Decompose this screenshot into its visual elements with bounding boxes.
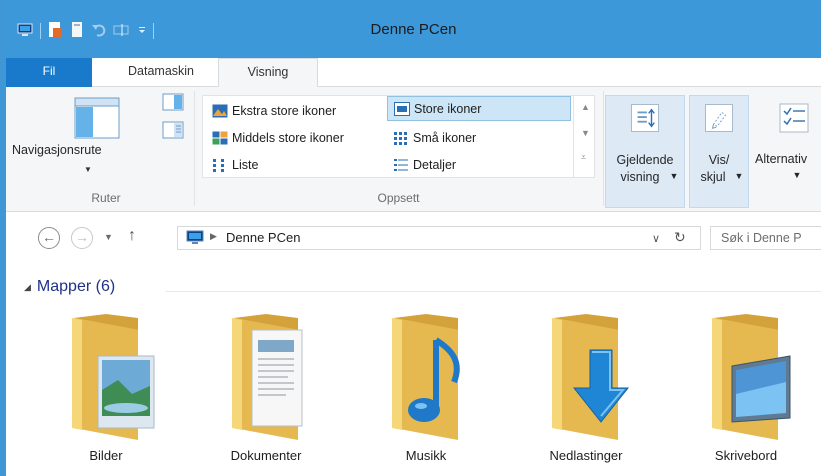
window-title: Denne PCen xyxy=(370,21,457,38)
current-view-line2: visning xyxy=(620,170,660,184)
up-arrow-icon[interactable]: ↑ xyxy=(128,227,136,245)
gallery-scrollbar[interactable]: ▲ ▼ ⩡ xyxy=(573,96,595,177)
folder-label: Musikk xyxy=(405,448,447,463)
navigation-pane-icon xyxy=(74,97,120,139)
show-hide-line1: Vis/ xyxy=(708,153,730,167)
layout-label: Små ikoner xyxy=(413,130,477,145)
section-title: Mapper (6) xyxy=(36,278,116,295)
layout-label: Middels store ikoner xyxy=(232,130,344,145)
tab-file[interactable]: Fil xyxy=(6,58,92,87)
details-pane-icon[interactable] xyxy=(162,121,184,139)
show-hide-icon xyxy=(705,104,733,132)
tab-visning[interactable]: Visning xyxy=(218,58,318,88)
options-label: Alternativ xyxy=(755,152,808,166)
folder-label: Bilder xyxy=(89,448,123,463)
medium-icons-icon xyxy=(212,131,228,144)
scroll-up-icon[interactable]: ▲ xyxy=(581,102,590,112)
group-label-oppsett: Oppsett xyxy=(377,191,420,205)
pictures-folder-icon xyxy=(72,314,155,440)
collapse-triangle-icon[interactable]: ◢ xyxy=(24,282,31,293)
address-bar[interactable]: ▶ Denne PCen ∨ ↻ xyxy=(177,226,701,250)
ribbon-tabs: Fil Datamaskin Visning xyxy=(6,58,821,88)
group-divider xyxy=(603,91,604,206)
chevron-down-icon: ▼ xyxy=(84,165,92,174)
show-hide-line2: skjul xyxy=(700,170,726,184)
title-bar: Denne PCen xyxy=(6,1,821,58)
show-hide-button[interactable]: Vis/ skjul ▼ xyxy=(689,95,749,208)
breadcrumb-location[interactable]: Denne PCen xyxy=(226,230,300,245)
folder-label: Dokumenter xyxy=(230,448,302,463)
folder-item[interactable]: Dokumenter xyxy=(216,310,316,470)
downloads-folder-icon xyxy=(552,314,630,440)
gallery-expand-icon[interactable]: ⩡ xyxy=(581,152,586,163)
arrow-right-icon: → xyxy=(75,229,89,245)
music-folder-icon xyxy=(392,314,460,440)
layout-gallery: Ekstra store ikoner Store ikoner Middels… xyxy=(202,95,595,178)
desktop-folder-icon xyxy=(712,314,791,440)
layout-list[interactable]: Liste xyxy=(206,152,386,177)
current-view-button[interactable]: Gjeldende visning ▼ xyxy=(605,95,685,208)
layout-medium-icons[interactable]: Middels store ikoner xyxy=(206,125,386,150)
address-dropdown-icon[interactable]: ∨ xyxy=(652,232,660,245)
navigation-pane-label: Navigasjonsrute xyxy=(12,143,102,157)
extra-large-icons-icon xyxy=(212,104,228,117)
recent-locations-icon[interactable]: ▼ xyxy=(104,232,113,242)
folder-item[interactable]: Musikk xyxy=(376,310,476,470)
chevron-down-icon: ▼ xyxy=(792,170,802,180)
chevron-down-icon: ▼ xyxy=(734,171,744,181)
scroll-down-icon[interactable]: ▼ xyxy=(581,128,590,138)
preview-pane-icon[interactable] xyxy=(162,93,184,111)
options-button[interactable]: Alternativ ▼ xyxy=(755,95,821,208)
folder-item[interactable]: Bilder xyxy=(56,310,156,470)
layout-label: Ekstra store ikoner xyxy=(232,103,337,118)
folder-item[interactable]: Nedlastinger xyxy=(536,310,636,470)
tab-datamaskin[interactable]: Datamaskin xyxy=(106,58,216,87)
section-header-folders[interactable]: ◢ Mapper (6) xyxy=(24,278,115,296)
group-label-ruter: Ruter xyxy=(91,191,121,205)
explorer-window: Denne PCen Fil Datamaskin Visning Naviga… xyxy=(0,0,821,476)
options-icon xyxy=(779,103,809,133)
arrow-left-icon: ← xyxy=(42,229,56,245)
layout-small-icons[interactable]: Små ikoner xyxy=(387,125,567,150)
list-icon xyxy=(213,158,224,172)
current-view-line1: Gjeldende xyxy=(616,153,674,167)
folder-label: Skrivebord xyxy=(714,448,778,463)
documents-folder-icon xyxy=(232,314,303,440)
refresh-icon[interactable]: ↻ xyxy=(674,229,686,246)
small-icons-icon xyxy=(394,131,407,145)
section-divider xyxy=(166,291,821,292)
folder-item[interactable]: Skrivebord xyxy=(696,310,796,470)
address-row: ← → ▼ ↑ ▶ Denne PCen ∨ ↻ Søk i Denne P xyxy=(6,212,821,262)
navigation-pane-button[interactable]: Navigasjonsrute ▼ xyxy=(12,95,152,187)
computer-icon xyxy=(186,230,204,244)
layout-label: Liste xyxy=(232,157,259,172)
forward-button[interactable]: → xyxy=(71,227,93,249)
group-divider xyxy=(194,91,195,206)
file-view: ◢ Mapper (6) Bilder Dokumenter Musikk Ne… xyxy=(6,262,821,476)
layout-label: Detaljer xyxy=(413,157,457,172)
folder-label: Nedlastinger xyxy=(549,448,623,463)
sort-by-icon xyxy=(631,104,659,132)
details-icon xyxy=(394,158,408,171)
layout-details[interactable]: Detaljer xyxy=(387,152,567,177)
ribbon: Navigasjonsrute ▼ Ruter Ekstra store iko… xyxy=(6,87,821,212)
back-button[interactable]: ← xyxy=(38,227,60,249)
layout-extra-large-icons[interactable]: Ekstra store ikoner xyxy=(206,98,386,123)
layout-label: Store ikoner xyxy=(414,101,482,116)
layout-large-icons[interactable]: Store ikoner xyxy=(387,96,571,121)
chevron-down-icon: ▼ xyxy=(669,171,679,181)
breadcrumb-chevron-icon[interactable]: ▶ xyxy=(210,231,217,242)
search-input[interactable]: Søk i Denne P xyxy=(710,226,821,250)
large-icons-icon xyxy=(394,101,410,116)
